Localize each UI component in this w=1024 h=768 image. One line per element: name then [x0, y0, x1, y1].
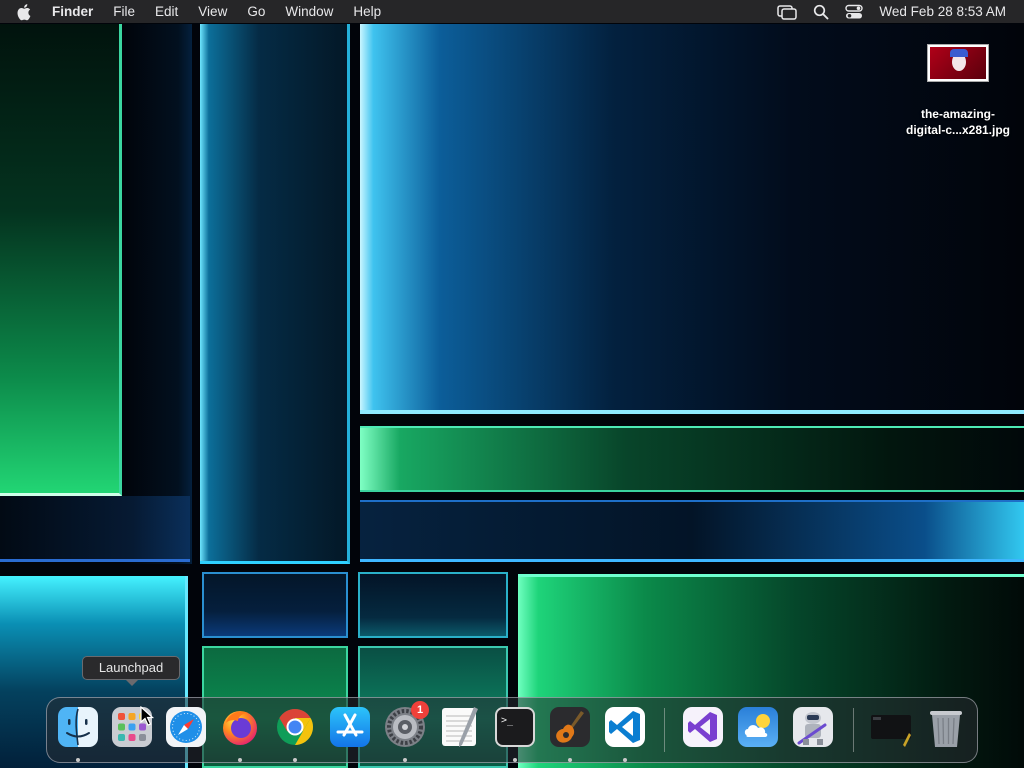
- menu-edit[interactable]: Edit: [145, 0, 188, 23]
- wallpaper-panel: [0, 24, 122, 496]
- wallpaper-panel: [122, 24, 192, 564]
- menu-file[interactable]: File: [103, 0, 145, 23]
- dock-textedit[interactable]: [438, 705, 482, 749]
- running-indicator: [76, 758, 80, 762]
- dock-divider: [664, 708, 665, 752]
- vscode-icon: [605, 707, 645, 747]
- launchpad-tooltip: Launchpad: [82, 656, 180, 686]
- control-center-icon[interactable]: [845, 4, 864, 20]
- dock-firefox[interactable]: [218, 705, 262, 749]
- dock-garageband[interactable]: [548, 705, 592, 749]
- mouse-cursor-icon: [140, 706, 154, 726]
- wallpaper-panel: [358, 572, 508, 638]
- app-store-icon: [330, 707, 370, 747]
- finder-icon: [58, 707, 98, 747]
- dock-app-store[interactable]: [328, 705, 372, 749]
- visual-studio-icon: [683, 707, 723, 747]
- dock-chrome[interactable]: [273, 705, 317, 749]
- dock-terminal[interactable]: >_: [493, 705, 537, 749]
- dock-finder[interactable]: [56, 705, 100, 749]
- weather-icon: [738, 707, 778, 747]
- dock-minimized-window[interactable]: [869, 705, 913, 749]
- spotlight-search-icon[interactable]: [813, 4, 829, 20]
- textedit-icon: [442, 707, 478, 747]
- menu-app-finder[interactable]: Finder: [42, 0, 103, 23]
- desktop-wallpaper: [0, 0, 1024, 768]
- menu-go[interactable]: Go: [237, 0, 275, 23]
- dock: 1 >_: [46, 697, 978, 763]
- safari-icon: [166, 707, 206, 747]
- dock-system-settings[interactable]: 1: [383, 701, 429, 749]
- trash-icon: [930, 711, 962, 747]
- dock-trash[interactable]: [924, 705, 968, 749]
- menu-bar-clock[interactable]: Wed Feb 28 8:53 AM: [879, 4, 1006, 19]
- svg-text:>_: >_: [501, 715, 514, 726]
- screen-mirroring-icon[interactable]: [777, 4, 798, 20]
- apple-menu-icon[interactable]: [16, 2, 34, 22]
- running-indicator: [403, 758, 407, 762]
- wallpaper-panel: [360, 426, 1024, 492]
- wallpaper-panel: [202, 572, 348, 638]
- dock-automator[interactable]: [791, 705, 835, 749]
- wallpaper-panel: [0, 496, 190, 562]
- dock-vscode[interactable]: [603, 705, 647, 749]
- dock-weather[interactable]: [736, 705, 780, 749]
- wallpaper-panel: [200, 24, 350, 564]
- wallpaper-panel: [360, 500, 1024, 562]
- running-indicator: [623, 758, 627, 762]
- dock-safari[interactable]: [164, 705, 208, 749]
- firefox-icon: [223, 711, 257, 745]
- running-indicator: [238, 758, 242, 762]
- desktop-file-icon[interactable]: the-amazing- digital-c...x281.jpg: [898, 44, 1018, 138]
- dock-divider: [853, 708, 854, 752]
- minimized-window-icon: [871, 715, 911, 747]
- guitar-icon: [550, 707, 590, 747]
- running-indicator: [513, 758, 517, 762]
- desktop-file-name: the-amazing- digital-c...x281.jpg: [905, 107, 1011, 137]
- running-indicator: [568, 758, 572, 762]
- dock-visual-studio[interactable]: [681, 705, 725, 749]
- menu-help[interactable]: Help: [343, 0, 391, 23]
- menu-bar: Finder File Edit View Go Window Help Wed…: [0, 0, 1024, 23]
- notification-badge: 1: [411, 701, 429, 719]
- chrome-icon: [277, 709, 314, 745]
- running-indicator: [293, 758, 297, 762]
- robot-icon: [793, 707, 833, 747]
- image-thumbnail-icon: [927, 44, 989, 82]
- terminal-icon: >_: [495, 707, 535, 747]
- menu-window[interactable]: Window: [275, 0, 343, 23]
- menu-view[interactable]: View: [188, 0, 237, 23]
